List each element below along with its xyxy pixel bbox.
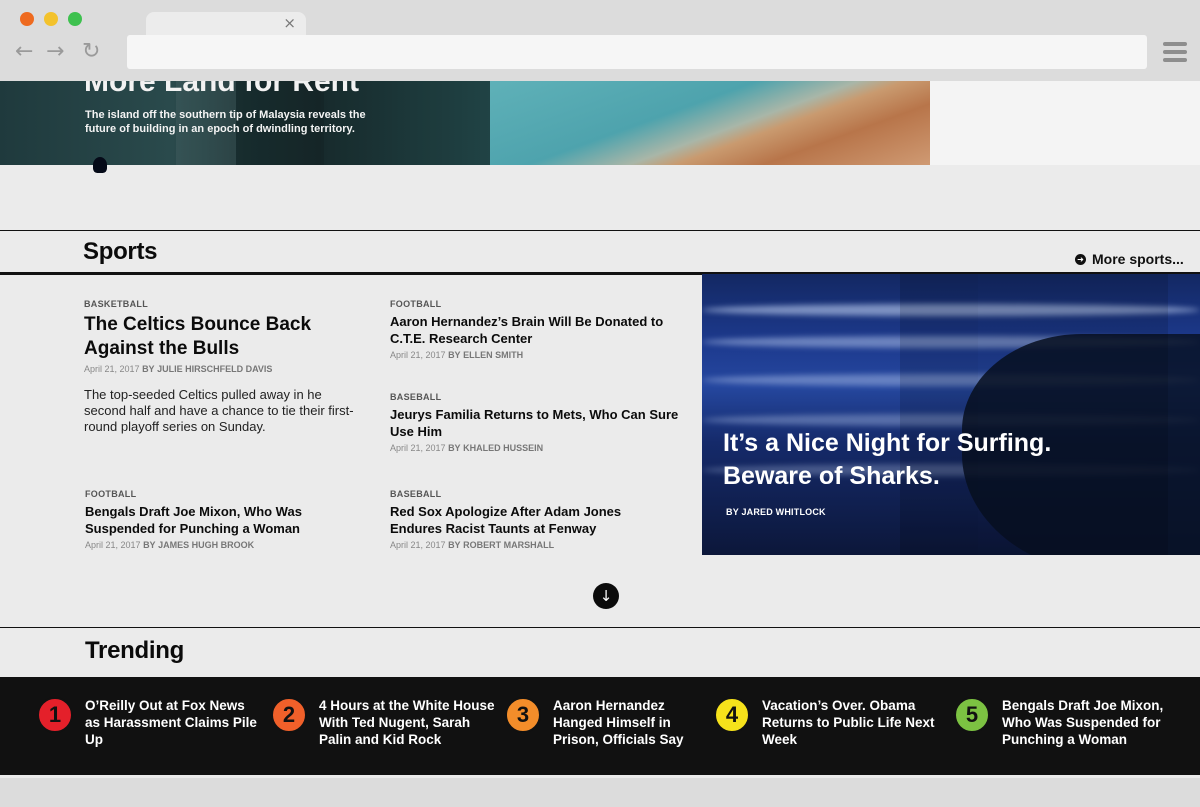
article-headline[interactable]: The Celtics Bounce Back Against the Bull… [84,313,364,361]
trending-headline[interactable]: 4 Hours at the White House With Ted Nuge… [319,697,501,748]
hero-story[interactable]: More Land for Rent The island off the so… [0,81,930,165]
hero-image-right [490,81,930,165]
article-dek: The top-seeded Celtics pulled away in he… [84,387,354,434]
back-arrow-icon[interactable]: ← [15,41,33,63]
sports-article[interactable]: FOOTBALL Bengals Draft Joe Mixon, Who Wa… [85,489,345,550]
section-divider [0,627,1200,628]
trending-section-title: Trending [85,637,184,664]
trending-rank-badge: 5 [954,697,990,733]
article-kicker[interactable]: BASEBALL [390,392,685,402]
feature-byline: BY JARED WHITLOCK [726,507,826,517]
trending-rank-badge: 2 [271,697,307,733]
feature-title[interactable]: It’s a Nice Night for Surfing. Beware of… [723,427,1143,493]
sports-article[interactable]: BASEBALL Jeurys Familia Returns to Mets,… [390,392,685,453]
browser-chrome: × ← → ↻ [0,0,1200,81]
forward-arrow-icon[interactable]: → [46,41,64,63]
address-bar[interactable] [127,35,1147,69]
article-headline[interactable]: Bengals Draft Joe Mixon, Who Was Suspend… [85,503,345,537]
article-byline: April 21, 2017 BY JULIE HIRSCHFELD DAVIS [84,364,273,374]
window-minimize-dot[interactable] [44,12,58,26]
article-kicker[interactable]: FOOTBALL [390,299,685,309]
trending-headline[interactable]: Aaron Hernandez Hanged Himself in Prison… [553,697,710,748]
trending-rank-badge: 4 [714,697,750,733]
trending-item[interactable]: 4 Vacation’s Over. Obama Returns to Publ… [714,697,944,748]
trending-rank-badge: 3 [505,697,541,733]
section-divider [0,230,1200,231]
trending-headline[interactable]: O’Reilly Out at Fox News as Harassment C… [85,697,262,748]
circle-arrow-right-icon: ➜ [1075,253,1086,265]
hamburger-menu-icon[interactable] [1163,42,1187,62]
hero-title[interactable]: More Land for Rent [84,81,359,99]
reload-icon[interactable]: ↻ [82,41,100,63]
sports-article-lead[interactable]: BASKETBALL The Celtics Bounce Back Again… [84,299,364,435]
feature-image-surfer [93,157,107,173]
sports-feature-card[interactable]: It’s a Nice Night for Surfing. Beware of… [702,274,1200,555]
sports-article[interactable]: FOOTBALL Aaron Hernandez’s Brain Will Be… [390,299,685,360]
sports-section-title: Sports [83,238,158,265]
feature-image-strip [978,274,1168,555]
trending-item[interactable]: 1 O’Reilly Out at Fox News as Harassment… [37,697,262,748]
sports-article[interactable]: BASEBALL Red Sox Apologize After Adam Jo… [390,489,670,550]
page-viewport: More Land for Rent The island off the so… [0,81,1200,778]
article-headline[interactable]: Jeurys Familia Returns to Mets, Who Can … [390,406,685,440]
trending-item[interactable]: 5 Bengals Draft Joe Mixon, Who Was Suspe… [954,697,1184,748]
article-kicker[interactable]: FOOTBALL [85,489,345,499]
article-kicker[interactable]: BASEBALL [390,489,670,499]
window-bottom-strip [0,778,1200,807]
article-kicker[interactable]: BASKETBALL [84,299,364,309]
trending-band: 1 O’Reilly Out at Fox News as Harassment… [0,677,1200,775]
article-byline: April 21, 2017 BY ROBERT MARSHALL [390,540,555,550]
article-headline[interactable]: Aaron Hernandez’s Brain Will Be Donated … [390,313,685,347]
trending-item[interactable]: 3 Aaron Hernandez Hanged Himself in Pris… [505,697,710,748]
more-sports-label[interactable]: More sports... [1092,251,1184,267]
more-sports-link[interactable]: ➜ More sports... [1075,251,1184,267]
trending-rank-badge: 1 [37,697,73,733]
trending-headline[interactable]: Vacation’s Over. Obama Returns to Public… [762,697,944,748]
article-headline[interactable]: Red Sox Apologize After Adam Jones Endur… [390,503,670,537]
hero-aside [930,81,1200,165]
article-byline: April 21, 2017 BY ELLEN SMITH [390,350,524,360]
trending-headline[interactable]: Bengals Draft Joe Mixon, Who Was Suspend… [1002,697,1184,748]
article-byline: April 21, 2017 BY JAMES HUGH BROOK [85,540,255,550]
feature-image-strip [900,274,978,555]
tab-close-icon[interactable]: × [283,14,296,32]
hero-dek: The island off the southern tip of Malay… [85,109,366,135]
browser-tab[interactable]: × [146,12,306,36]
article-byline: April 21, 2017 BY KHALED HUSSEIN [390,443,544,453]
trending-item[interactable]: 2 4 Hours at the White House With Ted Nu… [271,697,501,748]
window-close-dot[interactable] [20,12,34,26]
circle-arrow-down-icon[interactable]: ↓ [593,583,619,609]
window-maximize-dot[interactable] [68,12,82,26]
